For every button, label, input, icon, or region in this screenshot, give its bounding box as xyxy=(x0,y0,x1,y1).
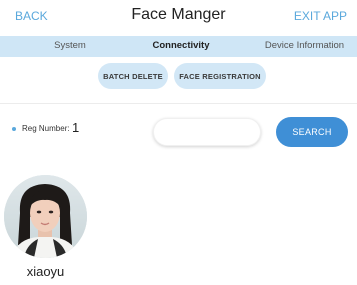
batch-delete-button[interactable]: BATCH DELETE xyxy=(98,63,168,89)
face-manager-screen: BACK Face Manger EXIT APP System Connect… xyxy=(0,0,357,285)
face-name-label: xiaoyu xyxy=(26,264,65,279)
tab-bar: System Connectivity Device Information xyxy=(0,36,357,57)
face-avatar[interactable] xyxy=(4,175,87,258)
person-photo-icon xyxy=(4,175,87,258)
search-button[interactable]: SEARCH xyxy=(276,117,348,147)
divider xyxy=(0,103,357,104)
tab-system[interactable]: System xyxy=(40,40,100,51)
tab-connectivity[interactable]: Connectivity xyxy=(145,40,217,51)
top-bar: BACK Face Manger EXIT APP xyxy=(0,0,357,34)
reg-number-label: Reg Number: xyxy=(22,124,70,133)
face-registration-button[interactable]: FACE REGISTRATION xyxy=(174,63,266,89)
tab-device-information[interactable]: Device Information xyxy=(252,40,357,51)
reg-number-value: 1 xyxy=(72,120,80,135)
bullet-icon xyxy=(12,127,16,131)
search-input[interactable] xyxy=(153,118,261,146)
exit-app-button[interactable]: EXIT APP xyxy=(294,9,347,23)
